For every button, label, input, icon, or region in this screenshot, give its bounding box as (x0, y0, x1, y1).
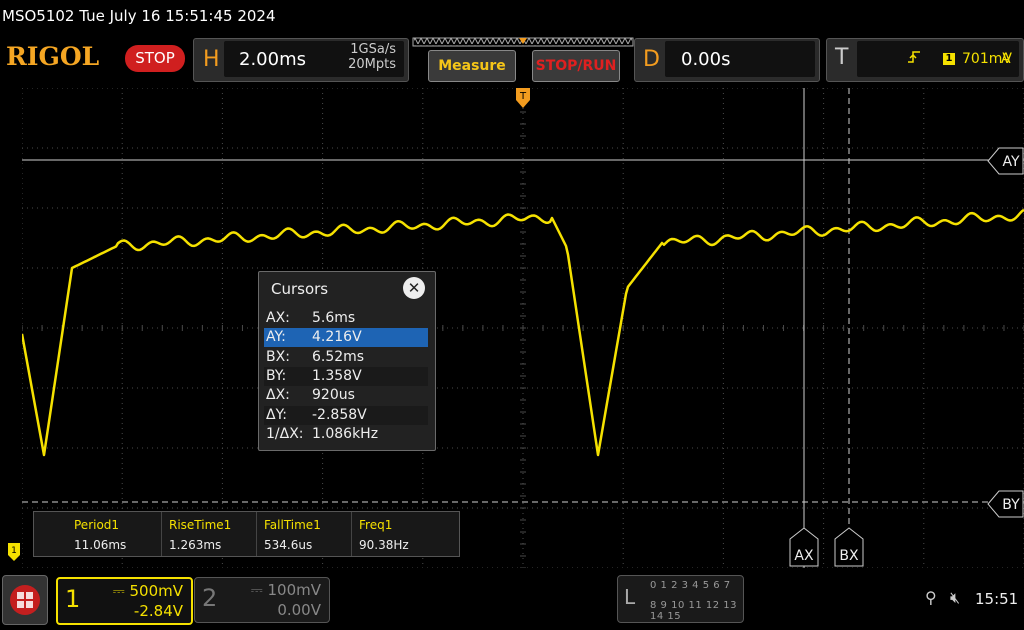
cursor-ay-label: AY (1002, 154, 1019, 170)
memory-depth: 20Mpts (348, 57, 396, 72)
waveform-display[interactable] (22, 88, 1024, 568)
cursor-readout-row[interactable]: BX: 6.52ms (264, 348, 428, 367)
trigger-settings: 1 701mV A (857, 41, 1019, 77)
cursor-readout-row[interactable]: BY: 1.358V (264, 366, 428, 386)
cursor-ax-tag[interactable]: AX (789, 527, 819, 567)
rising-edge-icon (907, 49, 921, 69)
title-bar: MSO5102 Tue July 16 15:51:45 2024 (2, 7, 276, 25)
measurement-value: 534.6us (264, 538, 313, 552)
cursor-readout-key: ΔX: (266, 387, 290, 404)
cursor-readout-value: 1.358V (312, 367, 362, 384)
logic-channels-row2: 8 9 10 11 12 13 14 15 (650, 600, 738, 622)
cursor-readout-key: AY: (266, 329, 286, 346)
sample-info: 1GSa/s 20Mpts (348, 42, 396, 72)
run-state-badge[interactable]: STOP (125, 45, 185, 72)
svg-text:1: 1 (11, 546, 17, 556)
cursor-readout-value: 1.086kHz (312, 425, 379, 442)
measurement-divider (161, 512, 162, 556)
stop-run-button[interactable]: STOP/RUN (532, 50, 620, 82)
measurement-name: FallTime1 (264, 518, 321, 532)
channel1-panel[interactable]: 1 ⎓ 500mV -2.84V (56, 577, 193, 625)
cursor-by-tag[interactable]: BY (987, 490, 1024, 518)
clock: 15:51 (975, 590, 1019, 608)
cursor-readout-value: -2.858V (312, 406, 367, 423)
horizontal-settings: 2.00ms 1GSa/s 20Mpts (224, 41, 404, 77)
trigger-label: T (835, 45, 849, 70)
cursor-readout-row[interactable]: AY: 4.216V (264, 328, 428, 348)
delay-label: D (643, 47, 660, 72)
dc-coupling-icon: ⎓ (250, 581, 268, 599)
measurement-value: 11.06ms (74, 538, 127, 552)
cursor-readout-value: 920us (312, 387, 355, 404)
cursor-bx-label: BX (839, 548, 859, 564)
speaker-muted-icon[interactable]: 🔇︎ (950, 588, 960, 608)
close-icon[interactable]: ✕ (403, 277, 425, 299)
measurement-name: Period1 (74, 518, 120, 532)
trigger-mode: A (1001, 51, 1011, 67)
channel1-number: 1 (65, 585, 81, 613)
cursor-bx-tag[interactable]: BX (834, 527, 864, 567)
logic-panel[interactable]: L 0 1 2 3 4 5 6 7 8 9 10 11 12 13 14 15 (617, 575, 744, 623)
measurement-value: 1.263ms (169, 538, 222, 552)
cursor-readout-value: 5.6ms (312, 310, 356, 326)
channel2-panel[interactable]: 2 ⎓ 100mV 0.00V (194, 577, 330, 623)
cursor-readout-key: 1/ΔX: (266, 425, 304, 442)
cursor-readout-row[interactable]: ΔX: 920us (264, 386, 428, 405)
cursors-dialog[interactable]: Cursors ✕ AX: 5.6ms AY: 4.216V BX: 6.52ms BY: 1… (258, 271, 436, 451)
channel2-offset: 0.00V (277, 601, 321, 619)
dc-coupling-icon: ⎓ (112, 582, 130, 600)
cursor-by-label: BY (1002, 497, 1020, 513)
measurement-divider (351, 512, 352, 556)
trigger-panel[interactable]: T 1 701mV A (826, 38, 1024, 82)
cursor-readout-key: BX: (266, 348, 290, 365)
cursor-ay-tag[interactable]: AY (987, 147, 1024, 175)
measure-button[interactable]: Measure (428, 50, 516, 82)
horizontal-label: H (203, 47, 220, 72)
cursor-readout-key: AX: (266, 310, 290, 326)
cursor-readout-key: ΔY: (266, 406, 287, 423)
cursor-ax-label: AX (794, 548, 814, 564)
measurement-name: Freq1 (359, 518, 393, 532)
cursor-readout-key: BY: (266, 367, 287, 384)
cursor-readout-value: 4.216V (312, 329, 362, 346)
menu-button[interactable] (2, 575, 48, 625)
rigol-logo: RIGOL (6, 42, 100, 71)
delay-value: 0.00s (681, 49, 731, 70)
channel2-number: 2 (202, 584, 218, 612)
svg-text:T: T (519, 91, 527, 102)
timebase-value: 2.00ms (239, 49, 306, 70)
channel2-scale: ⎓ 100mV (250, 581, 321, 599)
channel1-offset: -2.84V (133, 602, 183, 620)
horizontal-panel[interactable]: H 2.00ms 1GSa/s 20Mpts (193, 38, 409, 82)
cursor-readout-row[interactable]: 1/ΔX: 1.086kHz (264, 425, 428, 444)
channel1-scale: ⎓ 500mV (112, 582, 183, 600)
delay-settings: 0.00s (665, 41, 815, 77)
channel1-offset-marker[interactable]: 1 (8, 543, 20, 561)
cursors-dialog-title: Cursors (271, 280, 329, 298)
top-toolbar: RIGOL STOP H 2.00ms 1GSa/s 20Mpts Measur… (0, 36, 1024, 82)
measurement-divider (256, 512, 257, 556)
memory-position-bar (412, 37, 634, 47)
trigger-source-badge: 1 (943, 53, 955, 65)
logic-channels-row1: 0 1 2 3 4 5 6 7 (650, 580, 731, 591)
logic-label: L (624, 585, 636, 609)
trigger-position-marker: T (516, 88, 530, 108)
cursor-readout-value: 6.52ms (312, 348, 365, 365)
cursor-readout-row[interactable]: ΔY: -2.858V (264, 405, 428, 425)
measurement-name: RiseTime1 (169, 518, 232, 532)
delay-panel[interactable]: D 0.00s (634, 38, 820, 82)
grid-menu-icon (10, 585, 40, 615)
sample-rate: 1GSa/s (350, 42, 396, 57)
cursor-readout-row[interactable]: AX: 5.6ms (264, 309, 428, 328)
usb-icon: ⚲ (925, 588, 937, 607)
measurement-panel[interactable]: Period1 11.06ms RiseTime1 1.263ms FallTime1 5… (33, 511, 460, 557)
bottom-bar: 1 ⎓ 500mV -2.84V 2 ⎓ 100mV 0.00V L 0 1 2… (0, 572, 1024, 630)
measurement-value: 90.38Hz (359, 538, 409, 552)
